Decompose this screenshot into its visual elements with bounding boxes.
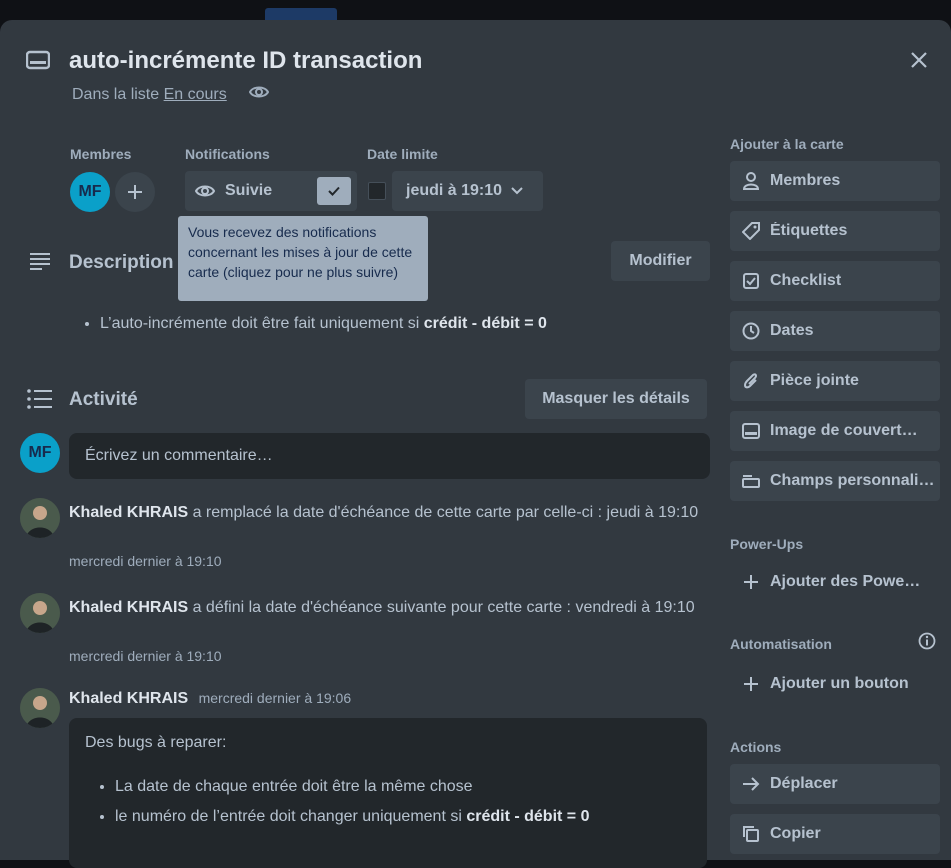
comment-heading: Des bugs à reparer: bbox=[85, 734, 227, 751]
add-member-button[interactable] bbox=[115, 172, 155, 212]
watch-eye-icon bbox=[248, 84, 270, 105]
powerups-label: Power-Ups bbox=[730, 536, 804, 552]
plus-icon bbox=[740, 676, 762, 692]
plus-icon bbox=[128, 185, 142, 199]
person-icon bbox=[740, 172, 762, 190]
check-icon bbox=[317, 177, 351, 205]
info-icon[interactable] bbox=[918, 632, 936, 655]
sidebar-members-button[interactable]: Membres bbox=[730, 161, 940, 201]
add-button-button[interactable]: Ajouter un bouton bbox=[730, 664, 950, 704]
comment-input[interactable]: Écrivez un commentaire… bbox=[69, 433, 710, 479]
copy-icon bbox=[740, 826, 762, 842]
plus-icon bbox=[740, 574, 762, 590]
sidebar-cover-button[interactable]: Image de couvert… bbox=[730, 411, 940, 451]
activity-icon bbox=[27, 389, 53, 414]
actions-label: Actions bbox=[730, 739, 782, 755]
activity-time[interactable]: mercredi dernier à 19:10 bbox=[69, 648, 222, 664]
watch-label: Suivie bbox=[225, 182, 273, 199]
checkbox-icon bbox=[740, 273, 762, 289]
notification-tooltip: Vous recevez des notifications concernan… bbox=[178, 216, 428, 301]
activity-avatar[interactable] bbox=[20, 593, 60, 633]
comment-item: La date de chaque entrée doit être la mê… bbox=[115, 772, 691, 802]
copy-button[interactable]: Copier bbox=[730, 814, 940, 854]
sidebar-labels-button[interactable]: Étiquettes bbox=[730, 211, 940, 251]
add-to-card-label: Ajouter à la carte bbox=[730, 136, 844, 152]
description-title: Description bbox=[69, 252, 174, 273]
sidebar-dates-button[interactable]: Dates bbox=[730, 311, 940, 351]
close-icon[interactable] bbox=[909, 50, 929, 75]
comment-body: Des bugs à reparer: La date de chaque en… bbox=[69, 718, 707, 868]
arrow-right-icon bbox=[740, 777, 762, 791]
activity-time[interactable]: mercredi dernier à 19:10 bbox=[69, 553, 222, 569]
comment-time[interactable]: mercredi dernier à 19:06 bbox=[199, 690, 352, 706]
sidebar-custom-fields-button[interactable]: Champs personnali… bbox=[730, 461, 940, 501]
clock-icon bbox=[740, 322, 762, 340]
sidebar-attachment-button[interactable]: Pièce jointe bbox=[730, 361, 940, 401]
sidebar-checklist-button[interactable]: Checklist bbox=[730, 261, 940, 301]
card-title[interactable]: auto-incrémente ID transaction bbox=[69, 47, 422, 75]
list-prefix: Dans la liste bbox=[72, 86, 160, 103]
watch-button[interactable]: Suivie bbox=[185, 171, 357, 211]
comment-item: le numéro de l’entrée doit changer uniqu… bbox=[115, 802, 691, 832]
card-list-info: Dans la liste En cours bbox=[72, 86, 227, 104]
due-date-value: jeudi à 19:10 bbox=[406, 182, 503, 199]
card-modal: auto-incrémente ID transaction Dans la l… bbox=[0, 20, 951, 868]
notifications-label: Notifications bbox=[185, 146, 270, 162]
paperclip-icon bbox=[740, 372, 762, 390]
automation-label: Automatisation bbox=[730, 636, 832, 652]
edit-description-button[interactable]: Modifier bbox=[611, 241, 710, 281]
activity-author[interactable]: Khaled KHRAIS bbox=[69, 504, 188, 521]
due-complete-checkbox[interactable] bbox=[368, 182, 386, 200]
comment-header: Khaled KHRAIS mercredi dernier à 19:06 bbox=[69, 690, 351, 708]
current-user-avatar[interactable]: MF bbox=[20, 433, 60, 473]
due-date-label: Date limite bbox=[367, 146, 438, 162]
custom-fields-icon bbox=[740, 474, 762, 488]
description-icon bbox=[29, 252, 51, 275]
member-avatar[interactable]: MF bbox=[70, 172, 110, 212]
activity-entry: Khaled KHRAIS a défini la date d'échéanc… bbox=[69, 599, 695, 616]
activity-avatar[interactable] bbox=[20, 498, 60, 538]
activity-author[interactable]: Khaled KHRAIS bbox=[69, 599, 188, 616]
move-button[interactable]: Déplacer bbox=[730, 764, 940, 804]
comment-avatar[interactable] bbox=[20, 688, 60, 728]
description-content[interactable]: L’auto-incrémente doit être fait uniquem… bbox=[80, 315, 700, 333]
description-item: L’auto-incrémente doit être fait uniquem… bbox=[100, 315, 700, 333]
activity-title: Activité bbox=[69, 389, 138, 410]
comment-author[interactable]: Khaled KHRAIS bbox=[69, 690, 188, 707]
hide-details-button[interactable]: Masquer les détails bbox=[525, 379, 707, 419]
list-link[interactable]: En cours bbox=[164, 86, 227, 103]
members-label: Membres bbox=[70, 146, 132, 162]
due-date-button[interactable]: jeudi à 19:10 bbox=[392, 171, 543, 211]
cover-icon bbox=[740, 423, 762, 439]
tag-icon bbox=[740, 222, 762, 240]
activity-entry: Khaled KHRAIS a remplacé la date d'échéa… bbox=[69, 504, 699, 521]
eye-icon bbox=[195, 185, 215, 197]
card-icon bbox=[25, 50, 51, 75]
chevron-down-icon bbox=[511, 187, 523, 195]
add-powerups-button[interactable]: Ajouter des Powe… bbox=[730, 562, 950, 602]
